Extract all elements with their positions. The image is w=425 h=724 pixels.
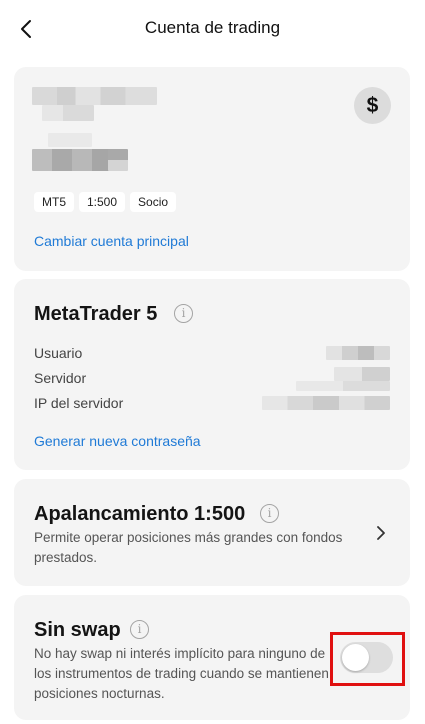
metatrader-card: MetaTrader 5 i Usuario Servidor IP del s… [14, 279, 410, 470]
leverage-card[interactable]: Apalancamiento 1:500 i Permite operar po… [14, 479, 410, 586]
change-main-account-link[interactable]: Cambiar cuenta principal [34, 233, 189, 249]
info-icon[interactable]: i [260, 504, 279, 523]
swap-free-title: Sin swap [34, 619, 121, 641]
page-title: Cuenta de trading [144, 18, 281, 37]
swap-free-card: Sin swap i No hay swap ni interés implíc… [14, 595, 410, 720]
info-icon[interactable]: i [130, 620, 149, 639]
server-value-redacted [334, 367, 390, 381]
server-label: Servidor [34, 370, 87, 386]
login-value-redacted [326, 346, 390, 360]
generate-password-link[interactable]: Generar nueva contraseña [34, 433, 201, 449]
login-label: Usuario [34, 345, 83, 361]
top-bar: Cuenta de trading [0, 0, 425, 58]
account-card: $ MT5 1:500 Socio Cambiar cuenta princip… [14, 67, 410, 271]
server-ip-label: IP del servidor [34, 395, 124, 411]
server-ip-value-redacted [262, 396, 390, 410]
chevron-right-icon [377, 526, 385, 540]
platform-badge: MT5 [34, 192, 74, 212]
swap-free-description: No hay swap ni interés implícito para ni… [34, 646, 329, 701]
metatrader-title: MetaTrader 5 [34, 303, 158, 325]
account-badges: MT5 1:500 Socio [34, 192, 177, 212]
leverage-description: Permite operar posiciones más grandes co… [34, 530, 343, 565]
dollar-icon: $ [354, 87, 391, 124]
toggle-knob [342, 644, 369, 671]
account-type-badge: Socio [130, 192, 177, 212]
leverage-badge: 1:500 [79, 192, 126, 212]
info-icon[interactable]: i [174, 304, 193, 323]
leverage-title: Apalancamiento 1:500 [34, 503, 246, 525]
swap-free-toggle[interactable] [340, 642, 393, 673]
